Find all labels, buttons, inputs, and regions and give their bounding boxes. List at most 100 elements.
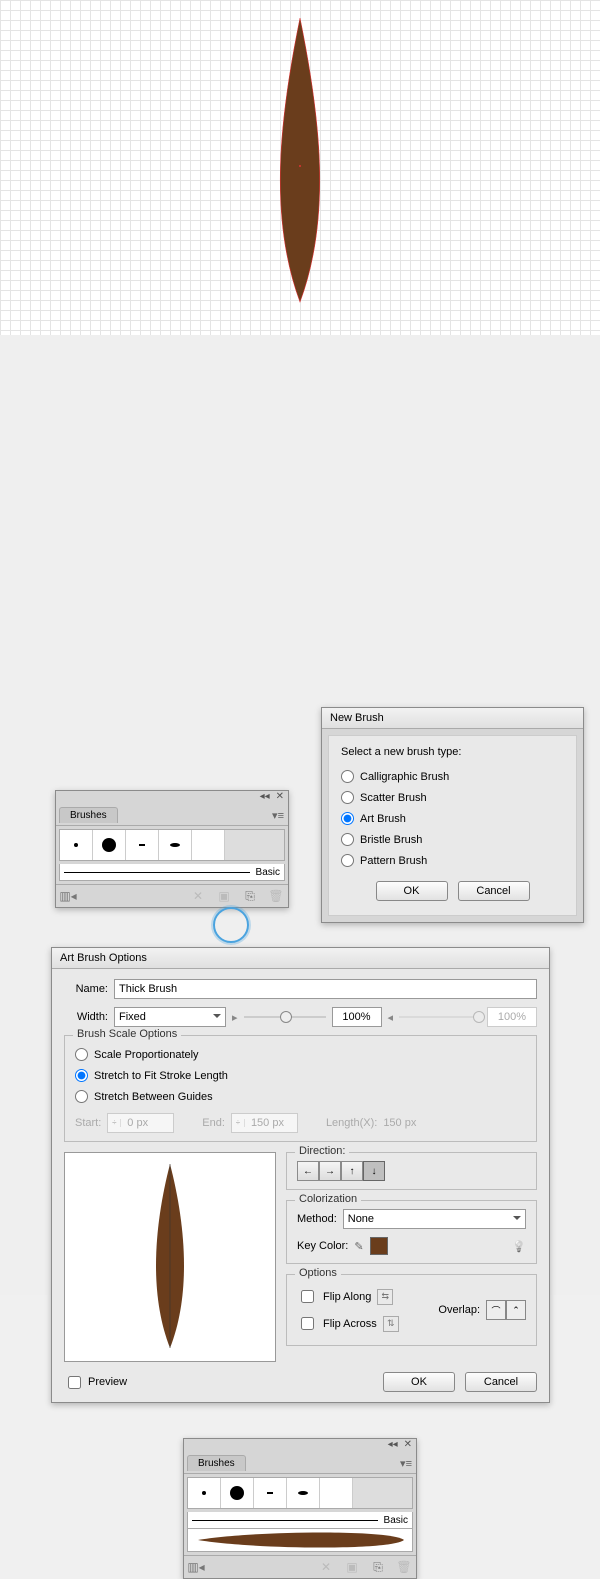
width-right-stop-icon: ◂ [388,1011,394,1024]
panel-menu-icon[interactable]: ▾≡ [400,1457,412,1470]
keycolor-swatch[interactable] [370,1237,388,1255]
colorization-group: Colorization Method: None Key Color: [286,1200,537,1264]
end-label: End: [202,1117,225,1129]
brush-swatch[interactable] [221,1478,254,1508]
tips-icon[interactable] [512,1240,526,1253]
flip-across-checkbox[interactable]: Flip Across ⇅ [297,1310,438,1337]
trash-icon: 🗑 [396,1559,412,1575]
cancel-button[interactable]: Cancel [465,1372,537,1392]
collapse-left-icon[interactable]: ◂◂ [260,791,270,802]
art-brush-options-dialog: Art Brush Options Name: Width: Fixed ▸ 1… [51,947,550,1403]
overlap-option-button[interactable]: ⌃ [506,1300,526,1320]
options-icon: ▣ [216,888,232,904]
start-label: Start: [75,1117,101,1129]
brush-type-option[interactable]: Pattern Brush [341,850,564,871]
width-left-stop-icon: ▸ [232,1011,238,1024]
brush-swatch[interactable] [60,830,93,860]
options-icon: ▣ [344,1559,360,1575]
artboard-canvas[interactable] [0,0,600,335]
ok-button[interactable]: OK [383,1372,455,1392]
brush-swatch-row [59,829,285,861]
end-stepper: ÷150 px [231,1113,298,1133]
width-percent[interactable]: 100% [332,1007,382,1027]
width-mode-select[interactable]: Fixed [114,1007,226,1027]
dialog-title: Art Brush Options [52,948,549,969]
basic-label: Basic [250,867,280,878]
custom-brush-row[interactable] [187,1529,413,1552]
width-percent-secondary: 100% [487,1007,537,1027]
brush-preview-line [192,1520,378,1521]
basic-label: Basic [378,1515,408,1526]
brush-type-option[interactable]: Art Brush [341,808,564,829]
options-group: Options Flip Along ⇆ Flip Across ⇅ [286,1274,537,1346]
width-slider-secondary [399,1012,481,1022]
brushes-panel-result: ◂◂ ✕ Brushes ▾≡ Basic ▥◂ ✕ ▣ [183,1438,417,1579]
brush-preview-line [64,872,250,873]
name-input[interactable] [114,979,537,999]
library-icon[interactable]: ▥◂ [188,1559,204,1575]
direction-down-button[interactable]: ↓ [363,1161,385,1181]
remove-stroke-icon: ✕ [318,1559,334,1575]
flip-across-icon: ⇅ [383,1316,399,1332]
brush-preview-box [64,1152,276,1362]
overlap-label: Overlap: [438,1304,480,1316]
brush-type-option[interactable]: Calligraphic Brush [341,766,564,787]
flip-along-checkbox[interactable]: Flip Along ⇆ [297,1283,438,1310]
cancel-button[interactable]: Cancel [458,881,530,901]
width-label: Width: [64,1011,108,1023]
brushes-tab[interactable]: Brushes [59,807,118,823]
annotation-highlight [213,907,249,943]
close-icon[interactable]: ✕ [404,1439,412,1450]
ok-button[interactable]: OK [376,881,448,901]
basic-brush-row[interactable]: Basic [59,864,285,881]
trash-icon: 🗑 [268,888,284,904]
brush-swatch[interactable] [320,1478,353,1508]
brush-swatch[interactable] [188,1478,221,1508]
direction-up-button[interactable]: ↑ [341,1161,363,1181]
brush-scale-group: Brush Scale Options Scale Proportionatel… [64,1035,537,1142]
scale-option[interactable]: Scale Proportionately [75,1044,526,1065]
brush-swatch[interactable] [192,830,225,860]
leaf-shape[interactable] [260,16,340,306]
brush-swatch-row [187,1477,413,1509]
brush-type-option[interactable]: Scatter Brush [341,787,564,808]
brush-swatch[interactable] [159,830,192,860]
brush-swatch-empty [225,830,284,860]
brush-swatch[interactable] [126,830,159,860]
keycolor-label: Key Color: [297,1240,348,1252]
overlap-option-button[interactable]: ⌒ [486,1300,506,1320]
name-label: Name: [64,983,108,995]
remove-stroke-icon: ✕ [190,888,206,904]
start-stepper: ÷0 px [107,1113,174,1133]
brush-swatch[interactable] [287,1478,320,1508]
preview-checkbox[interactable]: Preview [64,1373,127,1392]
direction-right-button[interactable]: → [319,1161,341,1181]
brush-swatch-empty [353,1478,412,1508]
prompt-text: Select a new brush type: [341,746,564,758]
collapse-left-icon[interactable]: ◂◂ [388,1439,398,1450]
library-icon[interactable]: ▥◂ [60,888,76,904]
brush-swatch[interactable] [254,1478,287,1508]
width-slider[interactable] [244,1012,326,1022]
brush-type-option[interactable]: Bristle Brush [341,829,564,850]
scale-option[interactable]: Stretch to Fit Stroke Length [75,1065,526,1086]
length-label: Length(X): [326,1117,377,1129]
panel-menu-icon[interactable]: ▾≡ [272,809,284,822]
dialog-title: New Brush [322,708,583,729]
method-select[interactable]: None [343,1209,526,1229]
direction-group: Direction: ← → ↑ ↓ [286,1152,537,1190]
new-brush-icon[interactable]: ⎘ [242,888,258,904]
new-brush-icon[interactable]: ⎘ [370,1559,386,1575]
close-icon[interactable]: ✕ [276,791,284,802]
new-brush-dialog: New Brush Select a new brush type: Calli… [321,707,584,923]
brush-swatch[interactable] [93,830,126,860]
method-label: Method: [297,1213,337,1225]
flip-along-icon: ⇆ [377,1289,393,1305]
eyedropper-icon[interactable] [354,1240,363,1253]
basic-brush-row[interactable]: Basic [187,1512,413,1529]
length-value: 150 px [383,1117,416,1129]
scale-option[interactable]: Stretch Between Guides [75,1086,526,1107]
brushes-panel: ◂◂ ✕ Brushes ▾≡ Basic ▥◂ ✕ ▣ ⎘ 🗑 [55,790,289,908]
direction-left-button[interactable]: ← [297,1161,319,1181]
brushes-tab[interactable]: Brushes [187,1455,246,1471]
